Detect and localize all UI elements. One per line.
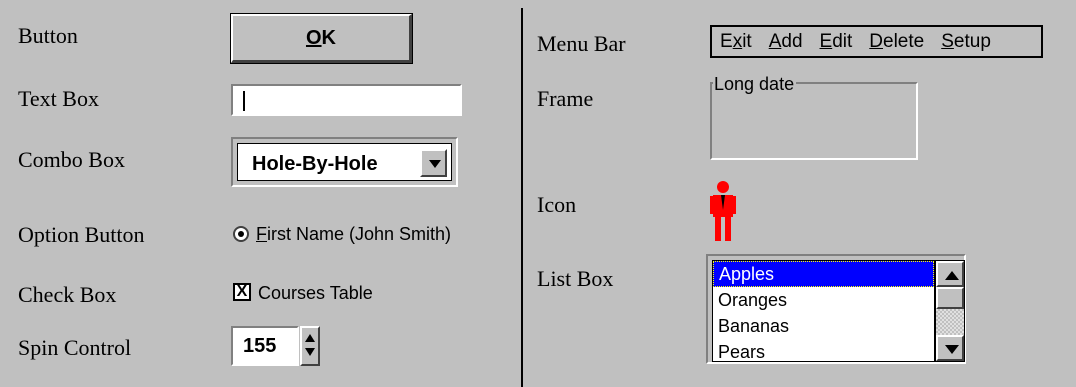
fruit-list-box[interactable]: Apples Oranges Bananas Pears [706, 254, 966, 364]
list-item-pears[interactable]: Pears [713, 339, 934, 361]
menu-bar: Exit Add Edit Delete Setup [710, 25, 1043, 58]
combo-box-value: Hole-By-Hole [252, 153, 378, 175]
option-radio[interactable] [233, 226, 249, 242]
label-text-box: Text Box [18, 86, 99, 111]
label-check-box: Check Box [18, 282, 117, 307]
check-mark-icon: X [236, 283, 248, 300]
label-icon: Icon [537, 192, 577, 217]
radio-selected-dot [238, 231, 244, 237]
ok-button[interactable]: OK [230, 13, 413, 64]
spin-value-field[interactable]: 155 [231, 326, 299, 366]
combo-box-field[interactable]: Hole-By-Hole [237, 143, 452, 181]
list-item-oranges[interactable]: Oranges [713, 287, 934, 313]
frame-caption: Long date [713, 74, 797, 95]
text-input[interactable] [231, 84, 462, 116]
option-mnemonic: F [256, 224, 267, 244]
list-box-items[interactable]: Apples Oranges Bananas Pears [712, 260, 935, 362]
label-list-box: List Box [537, 266, 614, 291]
label-frame: Frame [537, 86, 594, 111]
option-radio-label[interactable]: First Name (John Smith) [256, 224, 451, 245]
option-label-text: irst Name (John Smith) [267, 224, 452, 244]
spin-up-icon [305, 334, 315, 342]
list-item-apples[interactable]: Apples [713, 261, 934, 287]
text-caret [243, 91, 245, 111]
list-item-bananas[interactable]: Bananas [713, 313, 934, 339]
spin-down-icon [305, 348, 315, 356]
menu-item-delete[interactable]: Delete [869, 31, 924, 53]
ok-button-label: K [321, 26, 336, 49]
scroll-down-button[interactable] [936, 335, 964, 361]
label-option-button: Option Button [18, 222, 145, 247]
label-spin-control: Spin Control [18, 335, 132, 360]
combo-box[interactable]: Hole-By-Hole [231, 137, 458, 187]
menu-item-setup[interactable]: Setup [941, 31, 991, 53]
label-button: Button [18, 23, 78, 48]
column-divider [521, 8, 523, 387]
combo-dropdown-button[interactable] [420, 149, 447, 177]
scroll-down-icon [945, 345, 959, 354]
scroll-thumb[interactable] [936, 287, 964, 309]
menu-item-exit[interactable]: Exit [720, 31, 752, 53]
list-vertical-scrollbar[interactable] [935, 260, 965, 362]
spin-arrows-button[interactable] [300, 326, 320, 366]
person-icon [710, 181, 736, 241]
ok-button-mnemonic: O [305, 26, 322, 49]
label-menu-bar: Menu Bar [537, 31, 626, 56]
scroll-up-button[interactable] [936, 261, 964, 287]
label-combo-box: Combo Box [18, 147, 125, 172]
courses-table-checkbox[interactable]: X [233, 283, 251, 301]
scroll-up-icon [945, 271, 959, 280]
spin-value: 155 [243, 335, 277, 357]
menu-item-edit[interactable]: Edit [820, 31, 853, 53]
chevron-down-icon [429, 160, 441, 168]
menu-item-add[interactable]: Add [769, 31, 803, 53]
checkbox-label[interactable]: Courses Table [258, 283, 373, 304]
